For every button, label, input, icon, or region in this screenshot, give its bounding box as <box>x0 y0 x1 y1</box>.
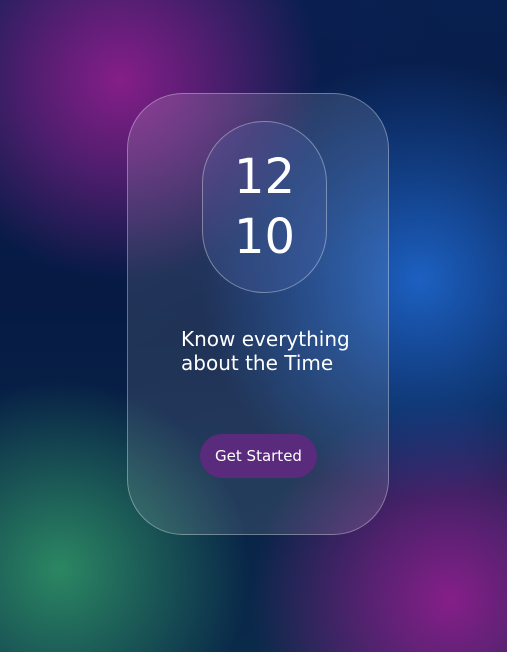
get-started-button[interactable]: Get Started <box>200 434 317 478</box>
tagline: Know everything about the Time <box>181 327 371 375</box>
clock-hours: 12 <box>233 149 296 205</box>
tagline-line-1: Know everything <box>181 327 350 351</box>
clock-display: 12 10 <box>202 121 327 293</box>
tagline-line-2: about the Time <box>181 351 334 375</box>
onboarding-card: 12 10 Know everything about the Time Get… <box>127 93 389 535</box>
clock-minutes: 10 <box>233 209 296 265</box>
